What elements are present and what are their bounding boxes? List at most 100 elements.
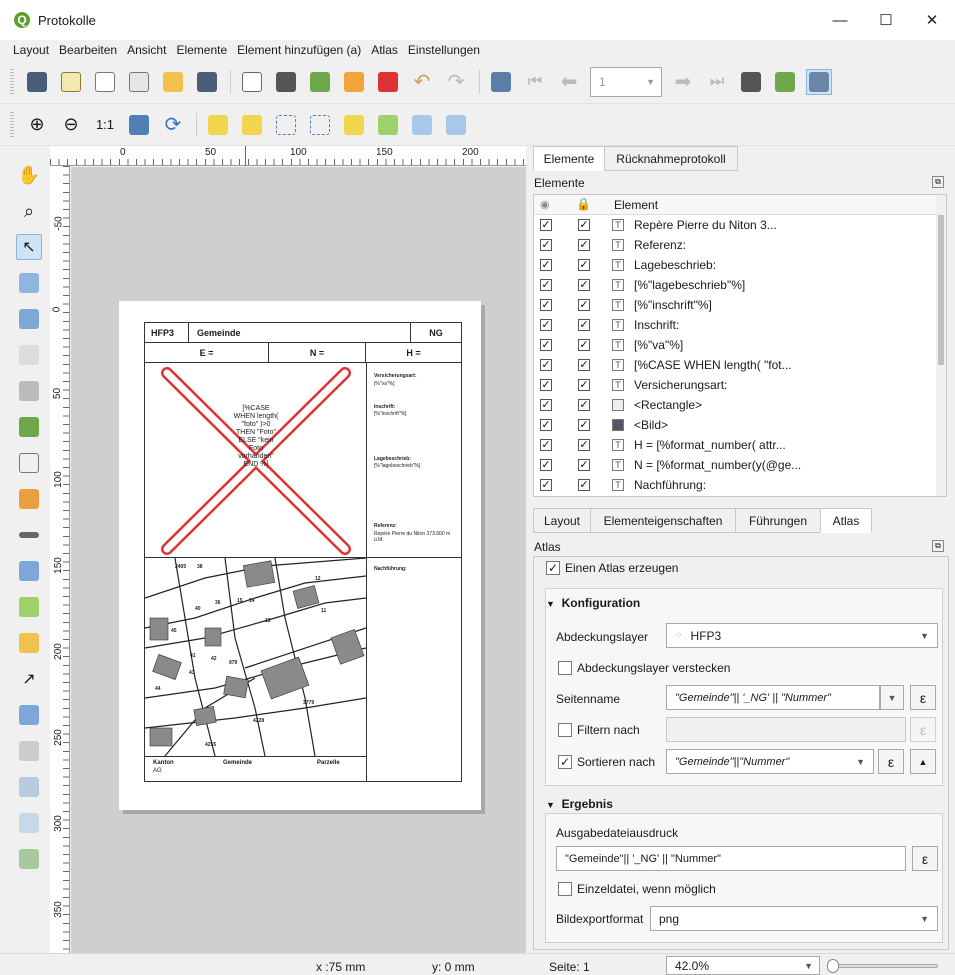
open-template-button[interactable] [160, 69, 186, 95]
export-svg-button[interactable] [341, 69, 367, 95]
lock-checkbox[interactable]: ✓ [578, 359, 590, 371]
elements-scrollbar[interactable] [936, 195, 946, 496]
ungroup-items-button[interactable] [307, 112, 333, 138]
sort-ascending-button[interactable]: ▲ [910, 749, 936, 774]
visible-checkbox[interactable]: ✓ [540, 379, 552, 391]
column-element[interactable]: Element [614, 198, 658, 212]
menu-element-hinzufuegen[interactable]: Element hinzufügen (a) [237, 43, 361, 57]
lock-checkbox[interactable]: ✓ [578, 439, 590, 451]
undock-icon[interactable]: ⧉ [932, 176, 944, 188]
lock-checkbox[interactable]: ✓ [578, 339, 590, 351]
lock-checkbox[interactable]: ✓ [578, 239, 590, 251]
element-row[interactable]: ✓ ✓ <Rectangle> [534, 395, 946, 415]
element-row[interactable]: ✓ ✓ T Versicherungsart: [534, 375, 946, 395]
distribute-button[interactable] [409, 112, 435, 138]
page-setup-button[interactable] [239, 69, 265, 95]
header-hfp[interactable]: HFP3 [144, 322, 189, 343]
add-polyline-button[interactable] [16, 702, 42, 728]
element-row[interactable]: ✓✓<Attributtabellenrahmen> [534, 495, 946, 496]
add-scalebar-button[interactable] [16, 522, 42, 548]
menu-ansicht[interactable]: Ansicht [127, 43, 166, 57]
unlock-items-button[interactable] [239, 112, 265, 138]
atlas-settings-button[interactable] [806, 68, 832, 95]
last-feature-button[interactable]: ⏭ [704, 69, 730, 95]
align-left-button[interactable] [375, 112, 401, 138]
header-e[interactable]: E = [144, 342, 269, 363]
lock-checkbox[interactable]: ✓ [578, 419, 590, 431]
menu-atlas[interactable]: Atlas [371, 43, 398, 57]
scrollbar-thumb[interactable] [938, 215, 944, 365]
redo-button[interactable]: ↷ [443, 69, 469, 95]
tab-atlas[interactable]: Atlas [820, 508, 872, 533]
photo-placeholder[interactable]: [%CASE WHEN length( "foto" )>0 THEN "Fot… [145, 363, 365, 557]
element-row[interactable]: ✓ ✓ <Bild> [534, 415, 946, 435]
menu-elemente[interactable]: Elemente [176, 43, 227, 57]
element-row[interactable]: ✓ ✓ T Repère Pierre du Niton 3... [534, 215, 946, 235]
add-fixed-table-button[interactable] [16, 810, 42, 836]
add-label-button[interactable] [16, 450, 42, 476]
undo-button[interactable]: ↶ [409, 69, 435, 95]
element-row[interactable]: ✓ ✓ T [%"va"%] [534, 335, 946, 355]
toolbar-grip[interactable] [10, 68, 14, 95]
add-html-button[interactable] [16, 738, 42, 764]
hide-coverage-checkbox[interactable] [558, 661, 572, 675]
lock-checkbox[interactable]: ✓ [578, 279, 590, 291]
add-north-arrow-button[interactable] [16, 558, 42, 584]
lock-checkbox[interactable]: ✓ [578, 379, 590, 391]
zoom-tool-button[interactable]: ⌕ [16, 198, 42, 224]
undock-icon[interactable]: ⧉ [932, 540, 944, 552]
refresh-button[interactable]: ⟳ [160, 112, 186, 138]
konfiguration-title[interactable]: ▼ Konfiguration [546, 596, 640, 610]
group-items-button[interactable] [273, 112, 299, 138]
duplicate-layout-button[interactable] [92, 69, 118, 95]
sort-expression-button[interactable]: ε [878, 749, 904, 774]
zoom-slider[interactable] [827, 959, 938, 973]
previous-feature-button[interactable]: ⬅ [556, 69, 582, 95]
export-image-button[interactable] [307, 69, 333, 95]
single-file-checkbox[interactable] [558, 882, 572, 896]
toolbar-grip[interactable] [10, 111, 14, 138]
visible-checkbox[interactable]: ✓ [540, 359, 552, 371]
next-feature-button[interactable]: ➡ [670, 69, 696, 95]
pagename-dropdown[interactable]: ▼ [880, 685, 904, 710]
close-button[interactable]: ✕ [909, 0, 955, 40]
header-ng[interactable]: NG [410, 322, 462, 343]
lock-checkbox[interactable]: ✓ [578, 479, 590, 491]
add-shape-button[interactable] [16, 594, 42, 620]
add-map-button[interactable] [16, 414, 42, 440]
maximize-button[interactable]: ☐ [863, 0, 909, 40]
menu-layout[interactable]: Layout [13, 43, 49, 57]
add-arrow-button[interactable]: ↗ [16, 666, 42, 692]
menu-bearbeiten[interactable]: Bearbeiten [59, 43, 117, 57]
atlas-preview-button[interactable] [488, 69, 514, 95]
visible-checkbox[interactable]: ✓ [540, 439, 552, 451]
visible-checkbox[interactable]: ✓ [540, 279, 552, 291]
sort-checkbox[interactable]: ✓ [558, 755, 572, 769]
add-page-button[interactable] [16, 342, 42, 368]
zoom-in-button[interactable]: ⊕ [24, 112, 50, 138]
visible-checkbox[interactable]: ✓ [540, 339, 552, 351]
tab-layout[interactable]: Layout [533, 508, 591, 533]
add-elevation-profile-button[interactable] [16, 846, 42, 872]
element-row[interactable]: ✓ ✓ T [%"inschrift"%] [534, 295, 946, 315]
visible-checkbox[interactable]: ✓ [540, 459, 552, 471]
atlas-page-combo[interactable]: 1 ▼ [590, 66, 662, 97]
minimize-button[interactable]: — [817, 0, 863, 40]
element-row[interactable]: ✓ ✓ T [%CASE WHEN length( "fot... [534, 355, 946, 375]
output-expression-button[interactable]: ε [912, 846, 938, 871]
map-frame[interactable]: 2405 38 40 36 15 14 13 12 11 45 41 42 97… [145, 558, 366, 756]
visible-checkbox[interactable]: ✓ [540, 239, 552, 251]
edit-nodes-button[interactable] [16, 306, 42, 332]
pan-tool-button[interactable]: ✋ [16, 162, 42, 188]
visible-checkbox[interactable]: ✓ [540, 399, 552, 411]
generate-atlas-checkbox[interactable]: ✓ [546, 561, 560, 575]
first-feature-button[interactable]: ⏮ [522, 69, 548, 95]
visible-checkbox[interactable]: ✓ [540, 219, 552, 231]
header-h[interactable]: H = [365, 342, 462, 363]
tab-elementeigenschaften[interactable]: Elementeigenschaften [590, 508, 736, 533]
lock-items-button[interactable] [205, 112, 231, 138]
header-n[interactable]: N = [268, 342, 366, 363]
print-button[interactable] [273, 69, 299, 95]
add-marker-button[interactable] [16, 630, 42, 656]
output-expression-field[interactable]: "Gemeinde"|| '_NG' || "Nummer" [556, 846, 906, 871]
